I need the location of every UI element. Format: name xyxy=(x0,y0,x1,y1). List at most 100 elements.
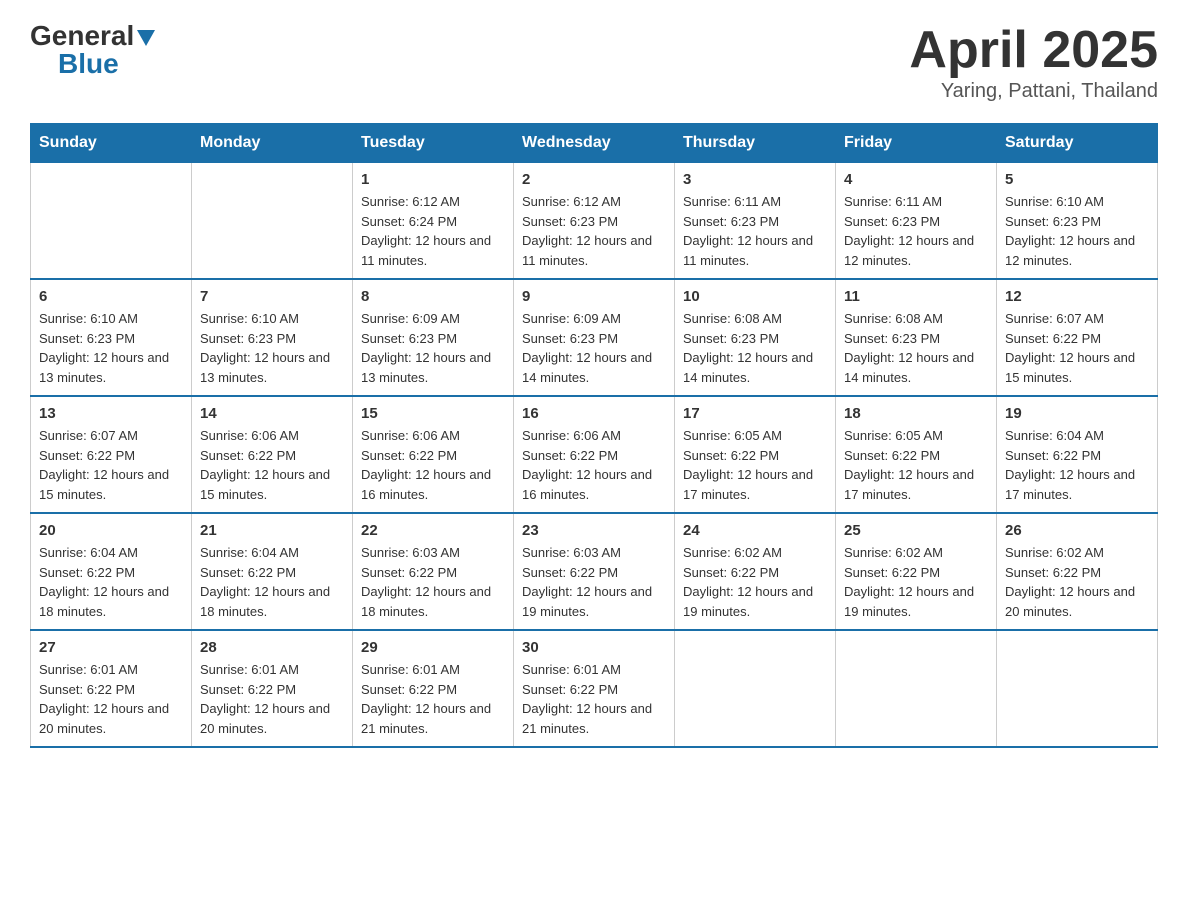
day-number: 30 xyxy=(522,639,666,656)
title-section: April 2025 Yaring, Pattani, Thailand xyxy=(909,20,1158,103)
day-info: Sunrise: 6:06 AMSunset: 6:22 PMDaylight:… xyxy=(361,426,505,504)
day-number: 7 xyxy=(200,288,344,305)
day-number: 14 xyxy=(200,405,344,422)
day-number: 10 xyxy=(683,288,827,305)
week-row-5: 27 Sunrise: 6:01 AMSunset: 6:22 PMDayligh… xyxy=(31,630,1158,747)
day-cell: 8 Sunrise: 6:09 AMSunset: 6:23 PMDaylight… xyxy=(353,279,514,396)
day-number: 29 xyxy=(361,639,505,656)
week-row-4: 20 Sunrise: 6:04 AMSunset: 6:22 PMDayligh… xyxy=(31,513,1158,630)
day-cell: 29 Sunrise: 6:01 AMSunset: 6:22 PMDayligh… xyxy=(353,630,514,747)
day-cell: 15Sunrise: 6:06 AMSunset: 6:22 PMDayligh… xyxy=(353,396,514,513)
day-cell xyxy=(997,630,1158,747)
day-number: 20 xyxy=(39,522,183,539)
day-cell: 19 Sunrise: 6:04 AMSunset: 6:22 PMDayligh… xyxy=(997,396,1158,513)
day-cell: 18 Sunrise: 6:05 AMSunset: 6:22 PMDayligh… xyxy=(836,396,997,513)
day-info: Sunrise: 6:10 AMSunset: 6:23 PMDaylight:… xyxy=(200,309,344,387)
day-cell: 7 Sunrise: 6:10 AMSunset: 6:23 PMDaylight… xyxy=(192,279,353,396)
day-info: Sunrise: 6:05 AMSunset: 6:22 PMDaylight:… xyxy=(844,426,988,504)
day-number: 9 xyxy=(522,288,666,305)
day-cell: 12 Sunrise: 6:07 AMSunset: 6:22 PMDayligh… xyxy=(997,279,1158,396)
day-number: 3 xyxy=(683,171,827,188)
day-info: Sunrise: 6:08 AMSunset: 6:23 PMDaylight:… xyxy=(844,309,988,387)
day-number: 8 xyxy=(361,288,505,305)
day-number: 11 xyxy=(844,288,988,305)
day-number: 16 xyxy=(522,405,666,422)
day-number: 2 xyxy=(522,171,666,188)
header-tuesday: Tuesday xyxy=(353,124,514,163)
header-saturday: Saturday xyxy=(997,124,1158,163)
day-number: 22 xyxy=(361,522,505,539)
day-info: Sunrise: 6:12 AMSunset: 6:23 PMDaylight:… xyxy=(522,192,666,270)
day-info: Sunrise: 6:01 AMSunset: 6:22 PMDaylight:… xyxy=(361,660,505,738)
day-info: Sunrise: 6:01 AMSunset: 6:22 PMDaylight:… xyxy=(200,660,344,738)
week-row-3: 13Sunrise: 6:07 AMSunset: 6:22 PMDayligh… xyxy=(31,396,1158,513)
day-info: Sunrise: 6:02 AMSunset: 6:22 PMDaylight:… xyxy=(1005,543,1149,621)
day-cell: 10 Sunrise: 6:08 AMSunset: 6:23 PMDayligh… xyxy=(675,279,836,396)
day-cell xyxy=(31,163,192,280)
day-cell: 22 Sunrise: 6:03 AMSunset: 6:22 PMDayligh… xyxy=(353,513,514,630)
day-info: Sunrise: 6:02 AMSunset: 6:22 PMDaylight:… xyxy=(683,543,827,621)
day-cell: 20Sunrise: 6:04 AMSunset: 6:22 PMDayligh… xyxy=(31,513,192,630)
day-number: 23 xyxy=(522,522,666,539)
day-number: 25 xyxy=(844,522,988,539)
day-number: 13 xyxy=(39,405,183,422)
day-number: 27 xyxy=(39,639,183,656)
day-number: 12 xyxy=(1005,288,1149,305)
day-cell: 5 Sunrise: 6:10 AMSunset: 6:23 PMDaylight… xyxy=(997,163,1158,280)
day-info: Sunrise: 6:03 AMSunset: 6:22 PMDaylight:… xyxy=(361,543,505,621)
day-cell: 3 Sunrise: 6:11 AMSunset: 6:23 PMDaylight… xyxy=(675,163,836,280)
day-cell: 2 Sunrise: 6:12 AMSunset: 6:23 PMDaylight… xyxy=(514,163,675,280)
day-cell: 21Sunrise: 6:04 AMSunset: 6:22 PMDayligh… xyxy=(192,513,353,630)
calendar-title: April 2025 xyxy=(909,20,1158,80)
day-cell: 16 Sunrise: 6:06 AMSunset: 6:22 PMDayligh… xyxy=(514,396,675,513)
logo: General Blue xyxy=(30,20,155,80)
day-cell: 1Sunrise: 6:12 AMSunset: 6:24 PMDaylight… xyxy=(353,163,514,280)
day-cell xyxy=(192,163,353,280)
day-info: Sunrise: 6:10 AMSunset: 6:23 PMDaylight:… xyxy=(39,309,183,387)
day-cell: 9Sunrise: 6:09 AMSunset: 6:23 PMDaylight… xyxy=(514,279,675,396)
page-header: General Blue April 2025 Yaring, Pattani,… xyxy=(30,20,1158,103)
day-info: Sunrise: 6:11 AMSunset: 6:23 PMDaylight:… xyxy=(683,192,827,270)
header-wednesday: Wednesday xyxy=(514,124,675,163)
day-info: Sunrise: 6:06 AMSunset: 6:22 PMDaylight:… xyxy=(200,426,344,504)
day-info: Sunrise: 6:03 AMSunset: 6:22 PMDaylight:… xyxy=(522,543,666,621)
day-cell xyxy=(675,630,836,747)
day-cell: 30 Sunrise: 6:01 AMSunset: 6:22 PMDayligh… xyxy=(514,630,675,747)
header-sunday: Sunday xyxy=(31,124,192,163)
day-number: 19 xyxy=(1005,405,1149,422)
day-cell: 14 Sunrise: 6:06 AMSunset: 6:22 PMDayligh… xyxy=(192,396,353,513)
day-number: 17 xyxy=(683,405,827,422)
day-number: 1 xyxy=(361,171,505,188)
day-cell: 24Sunrise: 6:02 AMSunset: 6:22 PMDayligh… xyxy=(675,513,836,630)
day-info: Sunrise: 6:09 AMSunset: 6:23 PMDaylight:… xyxy=(361,309,505,387)
day-cell: 23 Sunrise: 6:03 AMSunset: 6:22 PMDayligh… xyxy=(514,513,675,630)
day-cell: 13Sunrise: 6:07 AMSunset: 6:22 PMDayligh… xyxy=(31,396,192,513)
day-cell: 28 Sunrise: 6:01 AMSunset: 6:22 PMDayligh… xyxy=(192,630,353,747)
day-info: Sunrise: 6:04 AMSunset: 6:22 PMDaylight:… xyxy=(1005,426,1149,504)
day-info: Sunrise: 6:11 AMSunset: 6:23 PMDaylight:… xyxy=(844,192,988,270)
day-cell: 17 Sunrise: 6:05 AMSunset: 6:22 PMDayligh… xyxy=(675,396,836,513)
day-cell: 6Sunrise: 6:10 AMSunset: 6:23 PMDaylight… xyxy=(31,279,192,396)
day-cell: 11 Sunrise: 6:08 AMSunset: 6:23 PMDayligh… xyxy=(836,279,997,396)
day-info: Sunrise: 6:01 AMSunset: 6:22 PMDaylight:… xyxy=(522,660,666,738)
header-monday: Monday xyxy=(192,124,353,163)
header-friday: Friday xyxy=(836,124,997,163)
day-info: Sunrise: 6:04 AMSunset: 6:22 PMDaylight:… xyxy=(200,543,344,621)
calendar-table: SundayMondayTuesdayWednesdayThursdayFrid… xyxy=(30,123,1158,748)
day-number: 18 xyxy=(844,405,988,422)
day-cell: 26Sunrise: 6:02 AMSunset: 6:22 PMDayligh… xyxy=(997,513,1158,630)
day-info: Sunrise: 6:10 AMSunset: 6:23 PMDaylight:… xyxy=(1005,192,1149,270)
day-number: 28 xyxy=(200,639,344,656)
day-info: Sunrise: 6:01 AMSunset: 6:22 PMDaylight:… xyxy=(39,660,183,738)
logo-blue-label: Blue xyxy=(58,48,119,79)
day-info: Sunrise: 6:07 AMSunset: 6:22 PMDaylight:… xyxy=(1005,309,1149,387)
header-thursday: Thursday xyxy=(675,124,836,163)
day-cell: 27 Sunrise: 6:01 AMSunset: 6:22 PMDayligh… xyxy=(31,630,192,747)
day-info: Sunrise: 6:08 AMSunset: 6:23 PMDaylight:… xyxy=(683,309,827,387)
day-info: Sunrise: 6:02 AMSunset: 6:22 PMDaylight:… xyxy=(844,543,988,621)
day-info: Sunrise: 6:05 AMSunset: 6:22 PMDaylight:… xyxy=(683,426,827,504)
day-number: 5 xyxy=(1005,171,1149,188)
day-info: Sunrise: 6:06 AMSunset: 6:22 PMDaylight:… xyxy=(522,426,666,504)
week-row-2: 6Sunrise: 6:10 AMSunset: 6:23 PMDaylight… xyxy=(31,279,1158,396)
week-row-1: 1Sunrise: 6:12 AMSunset: 6:24 PMDaylight… xyxy=(31,163,1158,280)
